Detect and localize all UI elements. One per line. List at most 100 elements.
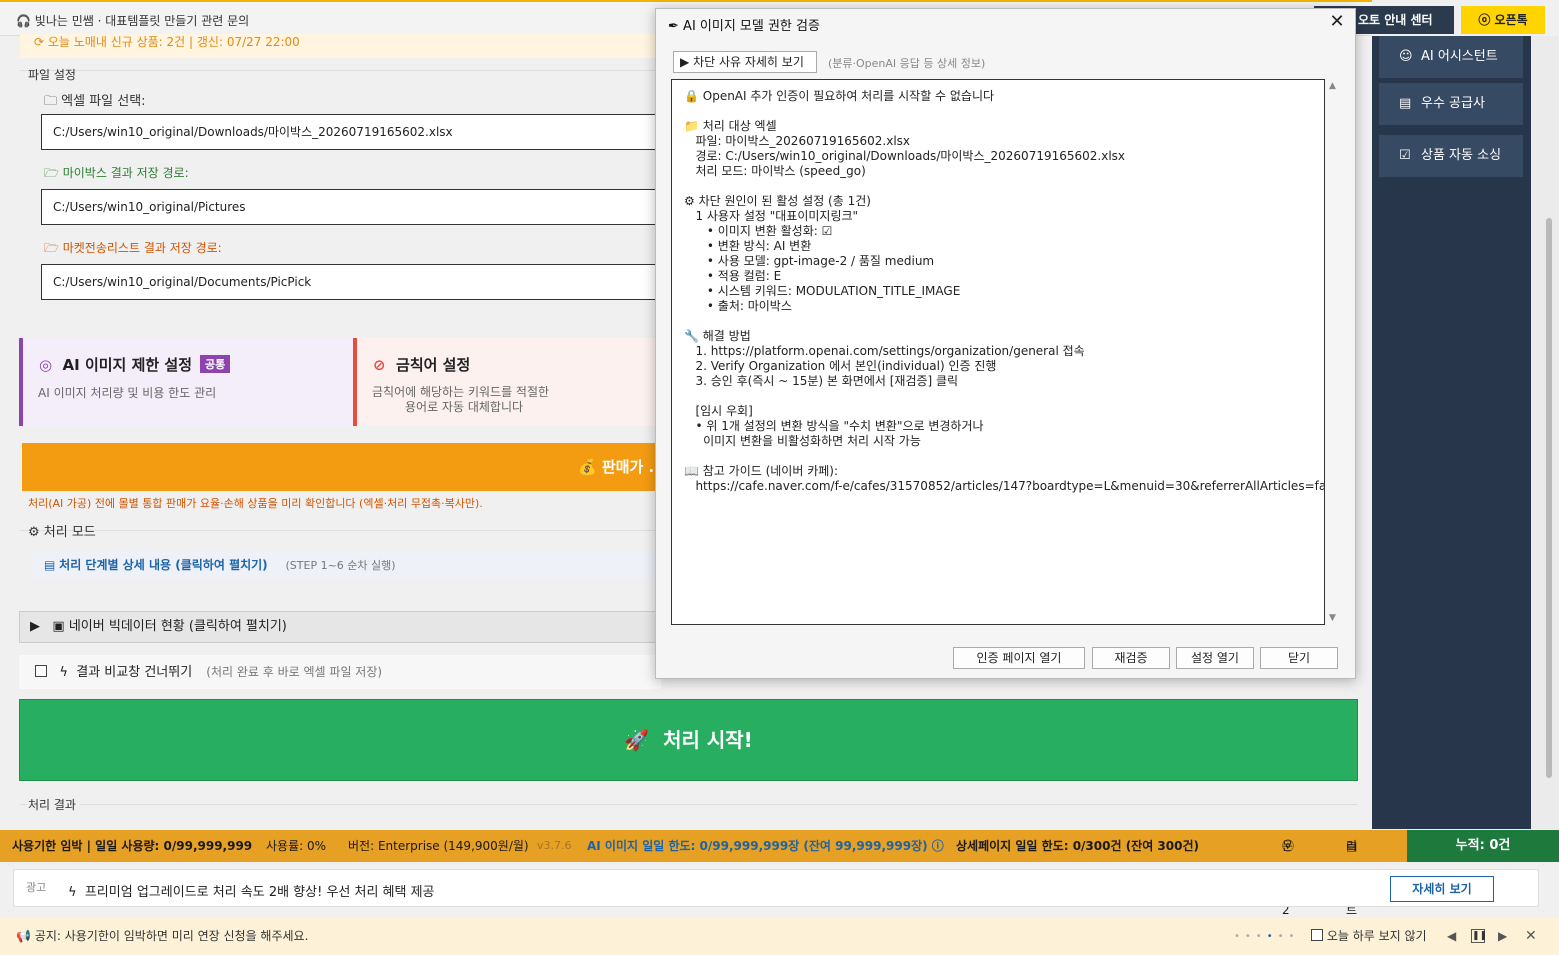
- detail-line: • 시스템 키워드: MODULATION_TITLE_IMAGE: [684, 284, 961, 298]
- main-scrollbar-thumb[interactable]: [1546, 218, 1552, 778]
- new-products-notice: ⟳ 오늘 노매내 신규 상품: 2건 | 갱신: 07/27 22:00: [20, 34, 660, 58]
- document-icon: ▤: [44, 558, 56, 572]
- robot-icon: ☺: [1399, 49, 1413, 64]
- detail-limit-status: 상세페이지 일일 한도: 0/300건 (잔여 300건): [956, 839, 1200, 853]
- carousel-dots[interactable]: ••••••: [1234, 918, 1299, 955]
- detail-hint: (분류·OpenAI 응답 등 상세 정보): [828, 57, 986, 70]
- sidebar: ☺ AI 어시스턴트 ▤ 우수 공급사 ☑ 상품 자동 소싱: [1372, 36, 1531, 829]
- main-scrollbar[interactable]: [1531, 36, 1559, 829]
- detail-line: 이미지 변환을 비활성화하면 처리 시작 가능: [684, 434, 921, 448]
- detail-line: 📖 참고 가이드 (네이버 카페):: [684, 464, 839, 478]
- next-notice-icon[interactable]: ▶: [1498, 918, 1507, 955]
- scroll-up-icon[interactable]: ▲: [1329, 81, 1336, 91]
- ai-card-title: ◎ AI 이미지 제한 설정 공통: [39, 354, 231, 375]
- hide-today-option[interactable]: 오늘 하루 보지 않기: [1311, 918, 1427, 955]
- cumulative-count: 누적: 0건: [1407, 830, 1559, 862]
- version-number: v3.7.6: [537, 839, 572, 852]
- excel-file-input[interactable]: C:/Users/win10_original/Downloads/마이박스_2…: [41, 114, 661, 150]
- reverify-button[interactable]: 재검증: [1092, 647, 1170, 669]
- ai-limit-status[interactable]: AI 이미지 일일 한도: 0/99,999,999장 (잔여 99,999,9…: [587, 830, 944, 862]
- triangle-right-icon: ▶: [680, 55, 690, 69]
- detail-line: • 변환 방식: AI 변환: [684, 239, 812, 253]
- sidebar-item-ai-assistant[interactable]: ☺ AI 어시스턴트: [1379, 36, 1523, 78]
- status-bar: 사용기한 임박 | 일일 사용량: 0/99,999,999 사용률: 0% 버…: [0, 830, 1407, 917]
- skip-compare-row: ϟ 결과 비교창 건너뛰기 (처리 완료 후 바로 엑셀 파일 저장): [19, 655, 661, 689]
- folder-open-icon: 🗁: [44, 166, 59, 180]
- dialog-close-icon[interactable]: ✕: [1325, 11, 1349, 32]
- detail-line: [684, 104, 1312, 119]
- ai-card-desc: AI 이미지 처리량 및 비용 한도 관리: [38, 386, 217, 400]
- detail-line: 처리 모드: 마이박스 (speed_go): [684, 164, 866, 178]
- naver-bigdata-toggle[interactable]: ▶ ▣ 네이버 빅데이터 현황 (클릭하여 펼치기): [19, 611, 661, 643]
- block-detail-textarea[interactable]: 🔒 OpenAI 추가 인증이 필요하여 처리를 시작할 수 없습니다 📁 처리 …: [671, 79, 1325, 625]
- ad-banner[interactable]: 광고 ϟ 프리미엄 업그레이드로 처리 속도 2배 향상! 우선 처리 혜택 제…: [13, 869, 1539, 907]
- package-icon: ▣: [52, 619, 65, 634]
- openchat-button[interactable]: ⓞ 오픈톡: [1461, 6, 1545, 34]
- expiry-status: 사용기한 임박 | 일일 사용량: 0/99,999,999: [12, 839, 253, 853]
- mybox-path-input[interactable]: C:/Users/win10_original/Pictures: [41, 189, 661, 225]
- result-divider: [20, 804, 1357, 805]
- detail-line: • 이미지 변환 활성화: ☑: [684, 224, 833, 238]
- ad-more-button[interactable]: 자세히 보기: [1390, 876, 1494, 902]
- detail-line: ⚙ 차단 원인이 된 활성 설정 (총 1건): [684, 194, 871, 208]
- usage-rate: 사용률: 0%: [266, 839, 327, 853]
- sidebar-item-auto-sourcing[interactable]: ☑ 상품 자동 소싱: [1379, 135, 1523, 177]
- market-path-input[interactable]: C:/Users/win10_original/Documents/PicPic…: [41, 264, 661, 300]
- detail-line: 🔧 해결 방법: [684, 329, 751, 343]
- detail-line: 🔒 OpenAI 추가 인증이 필요하여 처리를 시작할 수 없습니다: [684, 89, 995, 103]
- prev-notice-icon[interactable]: ◀: [1447, 918, 1456, 955]
- detail-line: 2. Verify Organization 에서 본인(individual)…: [684, 359, 997, 373]
- sidebar-item-supplier[interactable]: ▤ 우수 공급사: [1379, 83, 1523, 125]
- hide-today-checkbox[interactable]: [1311, 929, 1323, 941]
- detail-line: 3. 승인 후(즉시 ~ 15분) 본 화면에서 [재검증] 클릭: [684, 374, 959, 388]
- close-notice-icon[interactable]: ✕: [1525, 918, 1537, 955]
- ad-tag: 광고: [26, 881, 47, 894]
- dialog-close-button[interactable]: 닫기: [1260, 647, 1338, 669]
- detail-line: 1. https://platform.openai.com/settings/…: [684, 344, 1085, 358]
- lightning-icon: ϟ: [68, 885, 77, 900]
- pause-icon[interactable]: ❚❚: [1471, 929, 1487, 943]
- model-permission-dialog: ✒ AI 이미지 모델 권한 검증 ✕ ▶ 차단 사유 자세히 보기 (분류·O…: [655, 8, 1356, 679]
- feather-icon: ✒: [668, 19, 679, 34]
- process-steps-toggle[interactable]: ▤ 처리 단계별 상세 내용 (클릭하여 펼치기) (STEP 1~6 순차 실…: [32, 552, 660, 578]
- seller-price-note: 처리(AI 가공) 전에 몰별 통합 판매가 요율·손해 상품을 미리 확인합니…: [28, 497, 483, 510]
- window-title: 🎧 빛나는 민쌤 · 대표템플릿 만들기 관련 문의: [16, 14, 250, 28]
- notice-bar: 📢 공지: 사용기한이 임박하면 미리 연장 신청을 해주세요. •••••• …: [0, 918, 1559, 955]
- folder-icon: 🗀: [44, 94, 58, 109]
- detail-line: • 사용 모델: gpt-image-2 / 품질 medium: [684, 254, 935, 268]
- detail-line: 1 사용자 설정 "대표이미지링크": [684, 209, 859, 223]
- block-reason-detail-button[interactable]: ▶ 차단 사유 자세히 보기: [673, 51, 817, 73]
- detail-line: 경로: C:/Users/win10_original/Downloads/마이…: [684, 149, 1126, 163]
- detail-scrollbar[interactable]: ▲ ▼: [1325, 79, 1341, 625]
- store-icon: ▤: [1399, 96, 1412, 111]
- money-bag-icon: 💰: [578, 458, 597, 476]
- ban-card-title: ⊘ 금칙어 설정: [373, 356, 471, 374]
- version-label: 버전: Enterprise (149,900원/월): [348, 839, 529, 853]
- ad-text: ϟ 프리미엄 업그레이드로 처리 속도 2배 향상! 우선 처리 혜택 제공: [68, 885, 435, 900]
- megaphone-icon: 📢: [16, 929, 31, 943]
- banned-words-card[interactable]: ⊘ 금칙어 설정 금칙어에 해당하는 키워드를 적절한 용어로 자동 대체합니다: [353, 338, 661, 426]
- open-auth-page-button[interactable]: 인증 페이지 열기: [953, 647, 1085, 669]
- start-processing-button[interactable]: 🚀 처리 시작!: [19, 699, 1358, 781]
- detail-line: • 출처: 마이박스: [684, 299, 792, 313]
- scroll-down-icon[interactable]: ▼: [1329, 613, 1336, 623]
- ban-card-desc2: 용어로 자동 대체합니다: [405, 400, 524, 414]
- triangle-right-icon: ▶: [30, 619, 40, 634]
- detail-line: [684, 389, 1312, 404]
- detail-line: https://cafe.naver.com/f-e/cafes/3157085…: [684, 479, 1325, 493]
- common-badge: 공통: [200, 355, 231, 373]
- ai-image-limit-card[interactable]: ◎ AI 이미지 제한 설정 공통 AI 이미지 처리량 및 비용 한도 관리: [19, 338, 353, 426]
- folder-open-icon: 🗁: [44, 241, 59, 255]
- dialog-title: ✒ AI 이미지 모델 권한 검증: [668, 19, 820, 34]
- notice-text: 📢 공지: 사용기한이 임박하면 미리 연장 신청을 해주세요.: [16, 929, 309, 943]
- detail-line: [684, 179, 1312, 194]
- detail-line: 파일: 마이박스_20260719165602.xlsx: [684, 134, 911, 148]
- seller-price-button[interactable]: 💰 판매가 ...: [22, 443, 661, 491]
- market-path-label: 🗁 마켓전송리스트 결과 저장 경로:: [44, 241, 222, 255]
- detail-line: • 적용 컬럼: E: [684, 269, 782, 283]
- rocket-icon: 🚀: [624, 728, 650, 752]
- prohibited-icon: ⊘: [373, 356, 386, 374]
- mybox-path-label: 🗁 마이박스 결과 저장 경로:: [44, 166, 189, 180]
- skip-compare-checkbox[interactable]: [35, 665, 47, 677]
- open-settings-button[interactable]: 설정 열기: [1176, 647, 1254, 669]
